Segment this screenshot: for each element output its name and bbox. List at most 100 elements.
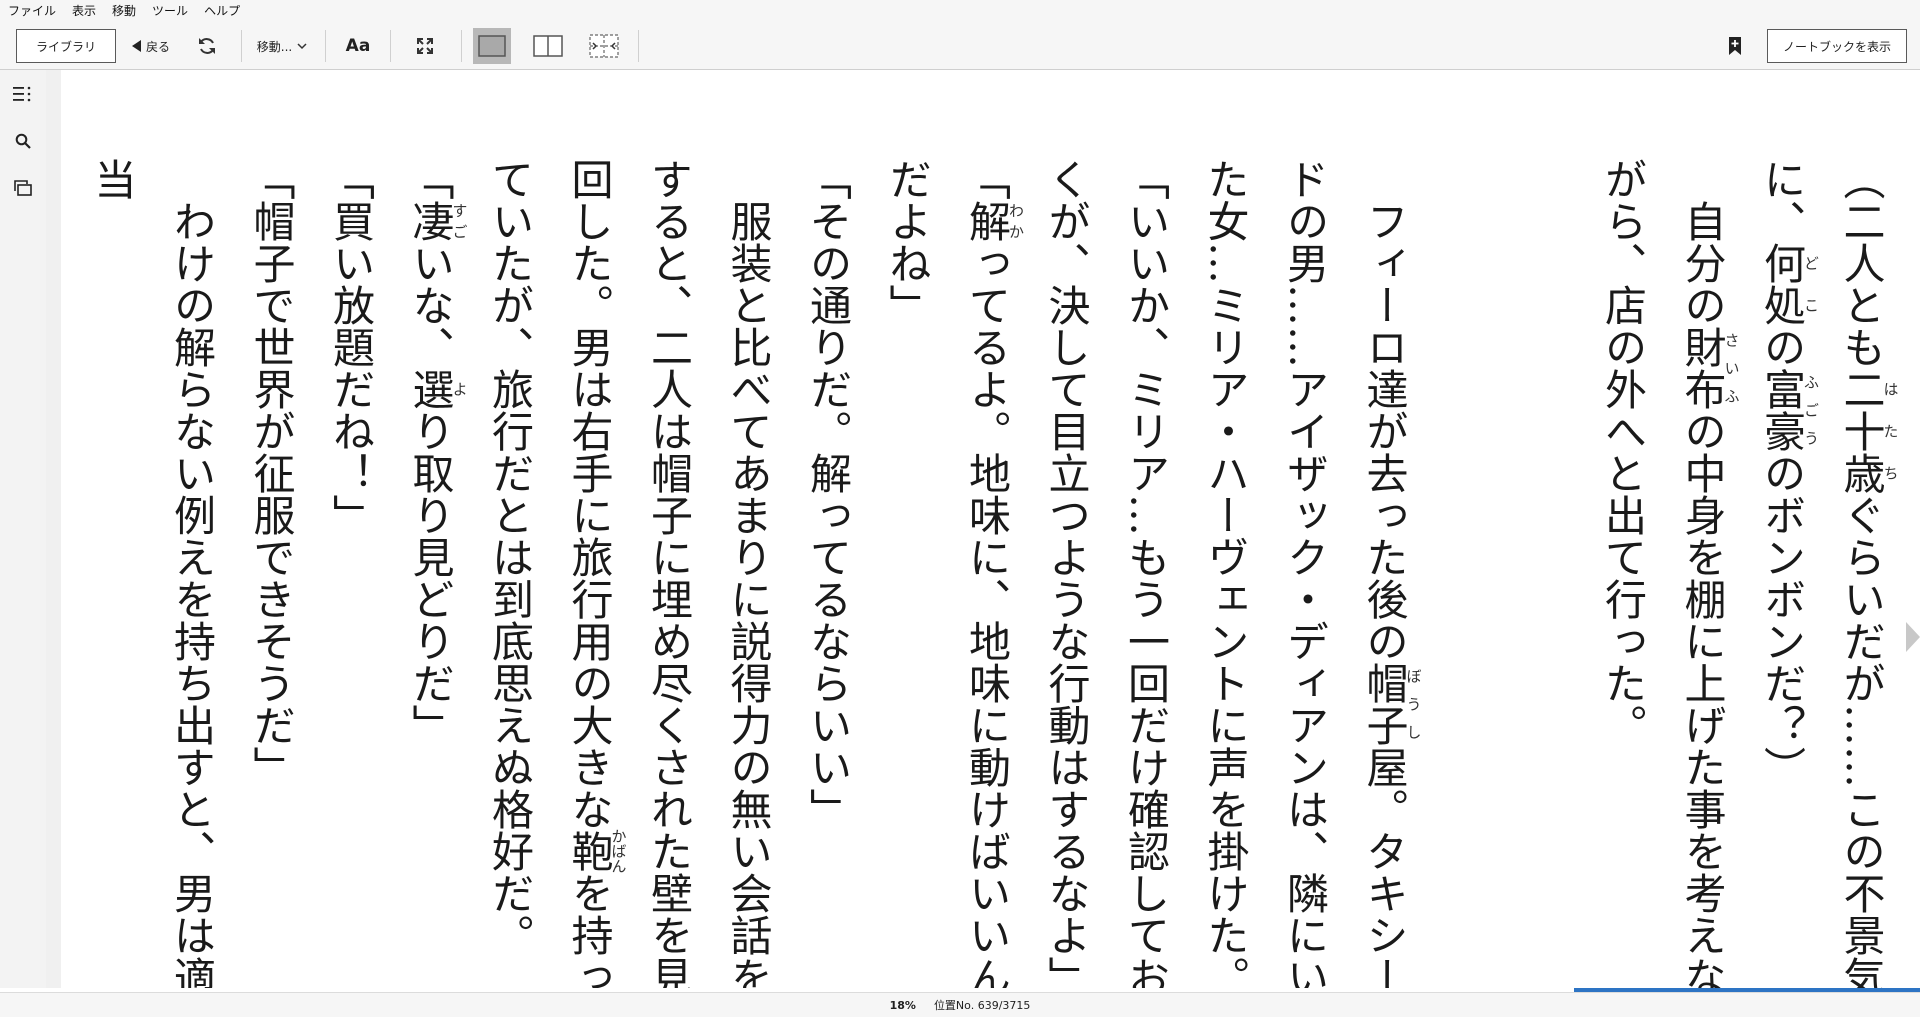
- toolbar: ライブラリ 戻る 移動... Aa ノートブックを表示: [0, 22, 1920, 70]
- ruby: 鞄かばん: [565, 828, 628, 874]
- ruby-base: 富豪: [1757, 368, 1807, 452]
- ruby-base: 二十歳: [1837, 368, 1886, 494]
- text-run: ってるよ。地味に、地味に動けばいいんだよね」: [883, 158, 1012, 998]
- ruby-base: 帽子: [1360, 662, 1409, 746]
- menu-tools[interactable]: ツール: [144, 0, 196, 22]
- text-run: フィーロ達が去った後の: [1360, 200, 1409, 662]
- gutter: [46, 70, 61, 991]
- paragraph: 自分の財布さいふの中身を棚に上げた事を考えながら、店の外へと出て行った。: [1583, 158, 1742, 1008]
- paragraph: 「解わかってるよ。地味に、地味に動けばいいんだよね」: [868, 158, 1027, 1008]
- back-arrow-icon: [131, 40, 141, 52]
- text-run: いな、: [406, 242, 455, 368]
- ruby-base: 財布: [1678, 326, 1727, 410]
- text-run: 「: [406, 158, 455, 200]
- ruby-base: 解: [962, 200, 1012, 242]
- ruby-reading: わか: [1007, 200, 1025, 242]
- text-run: 自分の: [1678, 200, 1727, 326]
- side-rail: [0, 70, 47, 991]
- ruby-reading: かばん: [609, 828, 628, 874]
- grid-layout-button[interactable]: [584, 22, 624, 70]
- paragraph: 「買い放題だね！」: [326, 158, 376, 536]
- font-settings-label: Aa: [345, 36, 371, 56]
- fullscreen-button[interactable]: [408, 22, 442, 70]
- ruby: 選よ: [406, 368, 469, 410]
- progress-percent: 18%: [889, 998, 916, 1012]
- single-page-layout-icon: [478, 35, 506, 57]
- cards-icon: [14, 180, 32, 196]
- ruby-base: 何処: [1757, 242, 1807, 326]
- ruby: 何処どこ: [1757, 242, 1821, 326]
- toolbar-separator: [241, 30, 242, 62]
- text-run: の: [1757, 326, 1807, 368]
- toc-icon: [13, 86, 31, 102]
- ruby: 富豪ふごう: [1757, 368, 1821, 452]
- ruby-base: 凄: [406, 200, 455, 242]
- ruby-base: 鞄: [565, 828, 614, 874]
- show-notebook-label: ノートブックを表示: [1782, 39, 1891, 54]
- show-notebook-button[interactable]: ノートブックを表示: [1767, 29, 1907, 63]
- single-page-layout-button[interactable]: [473, 28, 511, 64]
- ruby: 解わか: [962, 200, 1026, 242]
- ruby: 凄すご: [406, 200, 469, 242]
- book-page-text: （二人とも二十歳はたちぐらいだが……この不景気に、何処どこの富豪ふごうのボンボン…: [88, 158, 1901, 1008]
- reading-pane: （二人とも二十歳はたちぐらいだが……この不景気に、何処どこの富豪ふごうのボンボン…: [61, 70, 1920, 998]
- menu-bar: ファイル 表示 移動 ツール ヘルプ: [0, 0, 1920, 22]
- toolbar-separator: [638, 30, 639, 62]
- goto-dropdown[interactable]: 移動...: [250, 22, 314, 70]
- two-page-layout-button[interactable]: [528, 22, 568, 70]
- ruby-reading: ぼうし: [1404, 662, 1423, 746]
- menu-go[interactable]: 移動: [104, 0, 144, 22]
- paragraph: 服装と比べてあまりに説得力の無い会話をすると、二人は帽子に埋め尽くされた壁を見回…: [470, 158, 788, 1008]
- paragraph: （二人とも二十歳はたちぐらいだが……この不景気に、何処どこの富豪ふごうのボンボン…: [1742, 158, 1901, 1008]
- paragraph: 「その通りだ。解ってるならいい」: [803, 158, 853, 830]
- paragraph: わけの解らない例えを持ち出すと、男は適当: [88, 158, 217, 998]
- text-run: 「: [962, 158, 1012, 200]
- paragraph: 「凄すごいな、選より取り見どりだ」: [391, 158, 471, 1008]
- status-bar: 18% 位置No. 639/3715: [0, 992, 1920, 1017]
- menu-view[interactable]: 表示: [64, 0, 104, 22]
- add-bookmark-button[interactable]: [1720, 22, 1750, 70]
- ruby-reading: どこ: [1802, 242, 1820, 326]
- bookmark-add-icon: [1729, 37, 1741, 55]
- paragraph: 「帽子で世界が征服できそうだ」: [247, 158, 296, 788]
- next-page-icon[interactable]: [1906, 622, 1920, 652]
- goto-dropdown-label: 移動...: [256, 39, 293, 54]
- menu-file[interactable]: ファイル: [0, 0, 64, 22]
- toolbar-separator: [461, 30, 462, 62]
- paragraph: 「いいか、ミリア…もう一回だけ確認しておくが、決して目立つような行動はするなよ」: [1042, 158, 1171, 998]
- library-button[interactable]: ライブラリ: [16, 29, 116, 63]
- ruby-reading: よ: [450, 368, 469, 410]
- paragraph: フィーロ達が去った後の帽子ぼうし屋。タキシードの男……アイザック・ディアンは、隣…: [1186, 158, 1425, 1008]
- ruby-reading: ふごう: [1802, 368, 1820, 452]
- ruby-reading: すご: [450, 200, 469, 242]
- location-indicator: 位置No. 639/3715: [933, 999, 1031, 1012]
- refresh-button[interactable]: [192, 22, 222, 70]
- font-settings-button[interactable]: Aa: [340, 22, 376, 70]
- grid-layout-icon: [589, 34, 619, 58]
- search-icon: [15, 133, 31, 149]
- two-page-layout-icon: [533, 35, 563, 57]
- back-button-label: 戻る: [145, 39, 170, 54]
- text-run: （二人とも: [1837, 158, 1886, 368]
- back-button[interactable]: 戻る: [128, 22, 174, 70]
- ruby-reading: さいふ: [1722, 326, 1741, 410]
- toolbar-separator: [390, 30, 391, 62]
- text-run: のボンボンだ？）: [1757, 452, 1807, 788]
- ruby-base: 選: [406, 368, 455, 410]
- expand-icon: [417, 38, 433, 54]
- ruby: 二十歳はたち: [1837, 368, 1900, 494]
- chevron-down-icon: [297, 42, 307, 49]
- text-run: り取り見どりだ」: [406, 410, 455, 746]
- ruby: 財布さいふ: [1678, 326, 1741, 410]
- search-button[interactable]: [12, 130, 34, 152]
- table-of-contents-button[interactable]: [12, 83, 34, 105]
- library-button-label: ライブラリ: [35, 39, 96, 54]
- toolbar-separator: [325, 30, 326, 62]
- refresh-icon: [199, 38, 215, 54]
- ruby-reading: はたち: [1881, 368, 1900, 494]
- flashcards-button[interactable]: [12, 177, 34, 199]
- ruby: 帽子ぼうし: [1360, 662, 1423, 746]
- menu-help[interactable]: ヘルプ: [196, 0, 248, 22]
